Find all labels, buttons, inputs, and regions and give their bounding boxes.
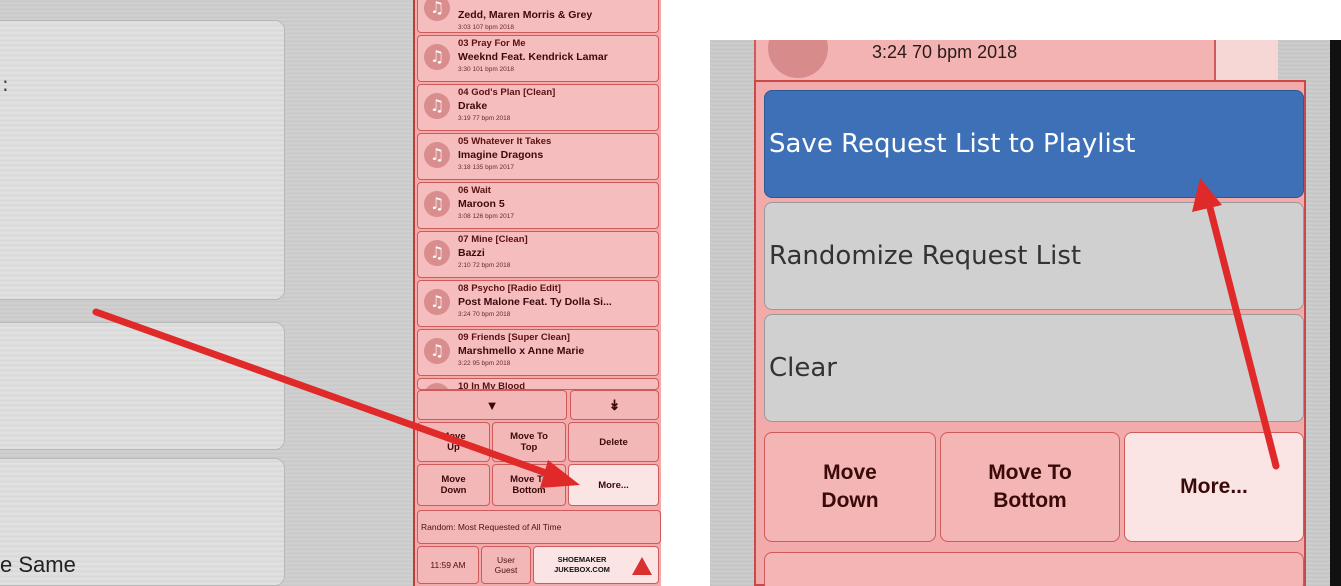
brand-logo[interactable]: SHOEMAKER JUKEBOX.COM bbox=[533, 546, 659, 584]
clear-option[interactable]: Clear bbox=[764, 314, 1304, 422]
queue-item[interactable]: ♫ 08 Psycho [Radio Edit] Post Malone Fea… bbox=[417, 280, 659, 327]
clock: 11:59 AM bbox=[417, 546, 479, 584]
scroll-down-button[interactable]: ▼ bbox=[417, 390, 567, 420]
queue-item[interactable]: ♫ 04 God's Plan [Clean] Drake 3:19 77 bp… bbox=[417, 84, 659, 131]
clipped-text-fragment: : bbox=[2, 72, 9, 96]
queue-item-meta: 2:10 72 bpm 2018 bbox=[458, 262, 511, 269]
music-note-icon: ♫ bbox=[424, 93, 450, 119]
screenshot-composite: : e Same ♫ Zedd, Maren Morris & Grey 3:0… bbox=[0, 0, 1341, 586]
queue-item[interactable]: ♫ 06 Wait Maroon 5 3:08 126 bpm 2017 bbox=[417, 182, 659, 229]
more-button[interactable]: More... bbox=[568, 464, 659, 506]
window-edge bbox=[1330, 40, 1341, 586]
queue-item-meta: 3:19 77 bpm 2018 bbox=[458, 115, 511, 122]
move-down-button[interactable]: Move Down bbox=[417, 464, 490, 506]
music-note-icon: ♫ bbox=[424, 240, 450, 266]
music-note-icon: ♫ bbox=[424, 338, 450, 364]
queue-item-artist: Post Malone Feat. Ty Dolla Si... bbox=[458, 296, 612, 308]
randomize-request-list-option[interactable]: Randomize Request List bbox=[764, 202, 1304, 310]
music-note-icon bbox=[768, 40, 828, 78]
main-panel-middle bbox=[0, 322, 285, 450]
queue-item-artist: Weeknd Feat. Kendrick Lamar bbox=[458, 51, 608, 63]
queue-item-title: 09 Friends [Super Clean] bbox=[458, 332, 570, 343]
queue-item[interactable]: ♫ 07 Mine [Clean] Bazzi 2:10 72 bpm 2018 bbox=[417, 231, 659, 278]
queue-item-meta: 3:22 95 bpm 2018 bbox=[458, 360, 511, 367]
music-note-icon: ♫ bbox=[424, 289, 450, 315]
queue-item-meta: 3:18 135 bpm 2017 bbox=[458, 164, 515, 171]
music-note-icon: ♫ bbox=[424, 142, 450, 168]
arrow-down-icon: ▼ bbox=[485, 397, 499, 413]
queue-item-artist: Zedd, Maren Morris & Grey bbox=[458, 9, 593, 21]
move-to-bottom-button[interactable]: Move To Bottom bbox=[940, 432, 1120, 542]
queue-item[interactable]: ♫ 09 Friends [Super Clean] Marshmello x … bbox=[417, 329, 659, 376]
queue-item-title: 06 Wait bbox=[458, 185, 491, 196]
clipped-caption: e Same bbox=[0, 552, 76, 577]
music-note-icon: ♫ bbox=[424, 44, 450, 70]
queue-item-title: 08 Psycho [Radio Edit] bbox=[458, 283, 561, 294]
move-down-button[interactable]: Move Down bbox=[764, 432, 936, 542]
jukebox-overview: : e Same ♫ Zedd, Maren Morris & Grey 3:0… bbox=[0, 0, 661, 586]
music-note-icon: ♫ bbox=[424, 191, 450, 217]
queue-item-title: 10 In My Blood bbox=[458, 381, 526, 390]
request-queue: ♫ Zedd, Maren Morris & Grey 3:03 107 bpm… bbox=[413, 0, 661, 586]
queue-item-artist: Bazzi bbox=[458, 247, 485, 259]
queue-item-meta: 3:30 101 bpm 2018 bbox=[458, 66, 515, 73]
more-options-menu: Save Request List to Playlist Randomize … bbox=[754, 80, 1306, 586]
queue-item[interactable]: ♫ 10 In My Blood bbox=[417, 378, 659, 390]
more-button[interactable]: More... bbox=[1124, 432, 1304, 542]
queue-item-title: 04 God's Plan [Clean] bbox=[458, 87, 556, 98]
queue-item-artist: Imagine Dragons bbox=[458, 149, 544, 161]
queue-item-artist: Drake bbox=[458, 100, 488, 112]
queue-item-artist: Maroon 5 bbox=[458, 198, 505, 210]
move-to-bottom-button[interactable]: Move To Bottom bbox=[492, 464, 566, 506]
scroll-to-bottom-button[interactable]: ↡ bbox=[570, 390, 659, 420]
random-mode-status[interactable]: Random: Most Requested of All Time bbox=[417, 510, 661, 544]
more-menu-zoom: 3:24 70 bpm 2018 Save Request List to Pl… bbox=[710, 40, 1341, 586]
move-to-top-button[interactable]: Move To Top bbox=[492, 422, 566, 462]
brand-text: SHOEMAKER JUKEBOX.COM bbox=[554, 555, 610, 574]
user-button[interactable]: User Guest bbox=[481, 546, 531, 584]
queue-item-title: 07 Mine [Clean] bbox=[458, 234, 528, 245]
queue-item-meta: 3:24 70 bpm 2018 bbox=[872, 42, 1018, 62]
move-up-button[interactable]: Move Up bbox=[417, 422, 490, 462]
queue-item-meta: 3:03 107 bpm 2018 bbox=[458, 24, 515, 31]
queue-item[interactable]: ♫ 05 Whatever It Takes Imagine Dragons 3… bbox=[417, 133, 659, 180]
delete-button[interactable]: Delete bbox=[568, 422, 659, 462]
queue-item-meta: 3:24 70 bpm 2018 bbox=[458, 311, 511, 318]
queue-item-title: 03 Pray For Me bbox=[458, 38, 526, 49]
save-request-list-to-playlist-option[interactable]: Save Request List to Playlist bbox=[764, 90, 1304, 198]
queue-item-meta: 3:08 126 bpm 2017 bbox=[458, 213, 515, 220]
double-arrow-down-icon: ↡ bbox=[608, 396, 621, 413]
status-bar bbox=[764, 552, 1304, 586]
main-panel-top bbox=[0, 20, 285, 300]
queue-item[interactable]: ♫ 03 Pray For Me Weeknd Feat. Kendrick L… bbox=[417, 35, 659, 82]
queue-item[interactable]: ♫ Zedd, Maren Morris & Grey 3:03 107 bpm… bbox=[417, 0, 659, 33]
warning-triangle-icon bbox=[632, 557, 652, 575]
queue-item-artist: Marshmello x Anne Marie bbox=[458, 345, 585, 357]
music-note-icon: ♫ bbox=[424, 0, 450, 21]
queue-item-title: 05 Whatever It Takes bbox=[458, 136, 552, 147]
music-note-icon: ♫ bbox=[424, 383, 450, 389]
